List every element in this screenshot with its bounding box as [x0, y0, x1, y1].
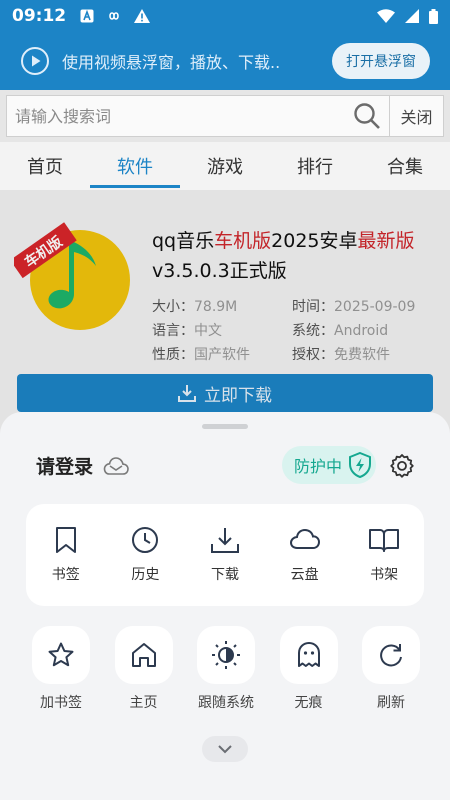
- float-window-banner: 使用视频悬浮窗，播放、下载.. 打开悬浮窗: [0, 32, 450, 90]
- search-row: 关闭: [0, 90, 450, 142]
- login-label[interactable]: 请登录: [36, 452, 93, 479]
- tool-history[interactable]: 历史: [106, 504, 186, 606]
- shield-bolt-icon: [349, 452, 372, 478]
- wifi-icon: [377, 9, 395, 23]
- tool-label: 云盘: [290, 567, 319, 583]
- search-input[interactable]: [15, 106, 353, 126]
- tool-bookmarks[interactable]: 书签: [26, 504, 106, 606]
- action-label: 加书签: [40, 695, 82, 711]
- search-icon[interactable]: [353, 102, 381, 130]
- status-notification-icons: [80, 9, 151, 23]
- book-icon: [369, 529, 400, 552]
- chevron-down-icon: [218, 745, 232, 754]
- theme-sun-icon: [212, 641, 240, 669]
- bookmark-icon: [55, 527, 76, 553]
- tool-label: 书架: [370, 567, 399, 583]
- action-label: 无痕: [294, 695, 323, 711]
- battery-icon: [429, 8, 438, 24]
- tab-collections[interactable]: 合集: [360, 142, 450, 190]
- tab-home[interactable]: 首页: [0, 142, 90, 190]
- quick-actions: 加书签 主页 跟随系统 无痕 刷新: [30, 626, 422, 716]
- banner-text: 使用视频悬浮窗，播放、下载..: [62, 53, 281, 72]
- tool-label: 历史: [131, 567, 160, 583]
- action-add-bookmark[interactable]: 加书签: [30, 626, 92, 716]
- cloud-mail-icon: [103, 456, 129, 475]
- tool-label: 书签: [51, 567, 80, 583]
- action-refresh[interactable]: 刷新: [360, 626, 422, 716]
- tab-software[interactable]: 软件: [90, 142, 180, 190]
- action-button[interactable]: [114, 626, 173, 684]
- action-label: 跟随系统: [198, 695, 254, 711]
- action-home[interactable]: 主页: [113, 626, 175, 716]
- drag-handle[interactable]: [202, 424, 248, 429]
- status-bar: 09:12: [0, 0, 450, 32]
- signal-icon: [405, 9, 419, 23]
- search-box: [6, 95, 390, 137]
- tool-downloads[interactable]: 下载: [185, 504, 265, 606]
- action-button[interactable]: [362, 626, 420, 684]
- action-button[interactable]: [32, 626, 90, 684]
- tool-label: 下载: [210, 567, 239, 583]
- home-icon: [131, 643, 156, 667]
- bottom-sheet-menu: 请登录 防护中 书签 历史 下载 云盘 书架 加书签 主页 跟随系统 无痕 刷新: [0, 412, 450, 800]
- warning-icon: [134, 9, 151, 23]
- collapse-button[interactable]: [202, 736, 248, 762]
- action-incognito[interactable]: 无痕: [278, 626, 340, 716]
- protect-label: 防护中: [294, 457, 343, 476]
- tool-cloud[interactable]: 云盘: [265, 504, 345, 606]
- download-tray-icon: [210, 528, 239, 553]
- login-row[interactable]: 请登录: [36, 452, 129, 479]
- cloud-icon: [289, 528, 320, 549]
- action-label: 主页: [129, 695, 158, 711]
- action-button[interactable]: [279, 626, 338, 684]
- star-icon: [48, 642, 74, 667]
- tab-games[interactable]: 游戏: [180, 142, 270, 190]
- play-circle-icon[interactable]: [20, 46, 50, 76]
- tools-card: 书签 历史 下载 云盘 书架: [26, 504, 424, 606]
- refresh-icon: [380, 644, 402, 667]
- action-label: 刷新: [377, 695, 405, 711]
- action-follow-system[interactable]: 跟随系统: [195, 626, 257, 716]
- category-tabs: 首页 软件 游戏 排行 合集: [0, 142, 450, 190]
- status-system-icons: [377, 8, 438, 24]
- infinity-icon: [109, 12, 119, 20]
- clock-icon: [132, 527, 159, 553]
- action-button[interactable]: [197, 626, 255, 684]
- status-time: 09:12: [12, 6, 67, 26]
- tool-bookshelf[interactable]: 书架: [344, 504, 424, 606]
- protection-status-pill[interactable]: 防护中: [282, 446, 376, 484]
- ghost-icon: [297, 642, 320, 667]
- close-button[interactable]: 关闭: [390, 95, 444, 137]
- tab-ranking[interactable]: 排行: [270, 142, 360, 190]
- settings-gear-icon[interactable]: [388, 452, 416, 480]
- app-a-icon: [80, 9, 94, 23]
- open-float-window-button[interactable]: 打开悬浮窗: [332, 43, 430, 79]
